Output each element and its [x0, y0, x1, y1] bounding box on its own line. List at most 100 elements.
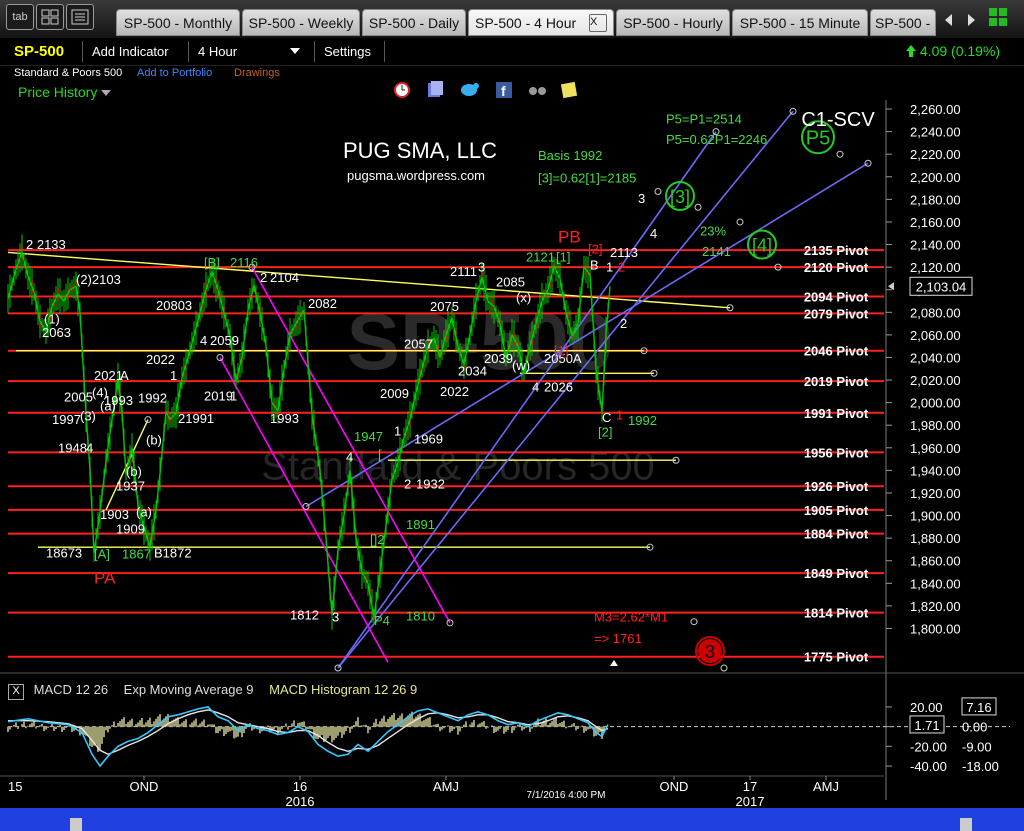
x-tick-label: AMJ: [433, 779, 459, 794]
line-endpoint-marker: [690, 618, 698, 626]
binoculars-icon[interactable]: [529, 87, 546, 95]
y-tick-label: 2,020.00: [910, 373, 961, 388]
y-tick-label: 1,860.00: [910, 554, 961, 569]
chart-subtitle: pugsma.wordpress.com: [347, 168, 485, 183]
settings-button[interactable]: Settings: [324, 38, 371, 65]
wave-annotation: [: [378, 447, 382, 462]
y-tick-label: 2,260.00: [910, 102, 961, 117]
price-history-menu[interactable]: Price History: [18, 84, 112, 100]
wave-annotation: [1]: [556, 249, 570, 264]
wave-annotation: 2005: [64, 390, 93, 405]
y-tick-label: 1,800.00: [910, 621, 961, 636]
watermark-symbol: SP-500: [347, 297, 614, 386]
tab-bar: tab SP-500 - Monthly SP-500 - Weekly SP-…: [0, 0, 1024, 38]
histogram-value-label: 7.16: [966, 700, 991, 715]
trend-line-yellow: [7, 251, 731, 309]
line-endpoint-marker: [216, 353, 224, 361]
line-endpoint-marker: [144, 416, 152, 424]
wave-annotation: 2034: [458, 364, 487, 379]
line-endpoint-marker: [720, 664, 728, 672]
wave-annotation: P4: [374, 613, 390, 628]
wave-circle-label: [3]: [670, 187, 690, 207]
wave-annotation: 1867: [122, 546, 151, 561]
macd-y-tick-label: -20.00: [910, 739, 947, 754]
tab-monthly[interactable]: SP-500 - Monthly: [116, 9, 240, 36]
close-icon[interactable]: X: [8, 684, 24, 700]
add-to-portfolio-link[interactable]: Add to Portfolio: [137, 67, 212, 79]
tab-menu-button[interactable]: tab: [6, 4, 34, 30]
line-endpoint-marker: [694, 203, 702, 211]
wave-annotation: 2059: [210, 333, 239, 348]
macd-value-box: [909, 715, 945, 734]
wave-annotation: 2: [620, 316, 627, 331]
wave-annotation: (w): [512, 358, 530, 373]
wave-annotation: [2]: [588, 242, 602, 257]
y-tick-label: 2,160.00: [910, 215, 961, 230]
wave-annotation: 3: [638, 191, 645, 206]
y-tick-label: 2,200.00: [910, 170, 961, 185]
y-tick-label: 2,140.00: [910, 238, 961, 253]
wave-annotation: [3]=0.62[1]=2185: [538, 170, 636, 185]
drawings-link[interactable]: Drawings: [234, 67, 280, 79]
wave-annotation: 1997: [52, 412, 81, 427]
wave-annotation: 2113: [610, 245, 638, 260]
line-endpoint-marker: [640, 347, 648, 355]
wave-annotation: 2141: [702, 244, 731, 259]
svg-text:f: f: [501, 83, 506, 99]
macd-y-tick-label: 0.00: [910, 720, 935, 735]
symbol-label[interactable]: SP-500: [14, 38, 64, 65]
tab-overflow[interactable]: SP-500 -: [870, 9, 936, 36]
y-tick-label: 1,940.00: [910, 463, 961, 478]
list-layout-icon[interactable]: [66, 4, 94, 30]
wave-annotation: 2022: [440, 384, 469, 399]
wave-annotation: 2: [618, 260, 625, 275]
wave-annotation: 2121: [526, 249, 555, 264]
price-chart[interactable]: SP-500Standard & Poors 5002135 Pivot2120…: [0, 0, 1024, 831]
scenario-label: C1-SCV: [801, 109, 875, 131]
tab-scroll-arrows[interactable]: [942, 12, 982, 28]
line-endpoint-marker: [726, 304, 734, 312]
close-icon[interactable]: X: [589, 14, 607, 32]
wave-annotation: [2]: [598, 425, 612, 440]
chevron-left-icon[interactable]: [945, 14, 952, 26]
wave-annotation: 2021: [94, 368, 123, 383]
legend-histogram: MACD Histogram 12 26 9: [269, 682, 418, 697]
histogram-value-box: [961, 697, 997, 716]
interval-select[interactable]: 4 Hour: [198, 38, 302, 65]
tab-4-hour[interactable]: SP-500 - 4 Hour X: [468, 9, 614, 36]
wave-annotation: 18673: [46, 545, 82, 560]
scroll-handle-left[interactable]: [70, 818, 82, 831]
histogram-y-tick-label: -18.00: [962, 759, 999, 774]
wave-circle-fill: [698, 639, 722, 664]
tab-daily[interactable]: SP-500 - Daily: [362, 9, 466, 36]
wave-annotation: (a): [100, 399, 116, 414]
wave-annotation: B1872: [154, 545, 192, 560]
chevron-right-icon[interactable]: [968, 14, 975, 26]
channel-line-blue: [337, 110, 794, 669]
tab-weekly[interactable]: SP-500 - Weekly: [242, 9, 360, 36]
wave-annotation: 2 2133: [26, 237, 66, 252]
grid-layout-icon[interactable]: [36, 4, 64, 30]
macd-y-tick-label: -40.00: [910, 759, 947, 774]
wave-annotation: (1): [44, 312, 60, 327]
wave-annotation: 1: [170, 368, 177, 383]
wave-annotation: A: [120, 368, 129, 383]
add-tab-icon[interactable]: [988, 7, 1008, 27]
tab-hourly[interactable]: SP-500 - Hourly: [616, 9, 730, 36]
x-tick-label: 2017: [736, 794, 765, 809]
add-indicator-button[interactable]: Add Indicator: [92, 38, 169, 65]
time-scrollbar[interactable]: [0, 808, 1024, 831]
wave-annotation: (b): [146, 432, 162, 447]
channel-line-blue: [337, 131, 717, 669]
y-tick-label: 2,060.00: [910, 328, 961, 343]
wave-annotation: 2063: [42, 325, 71, 340]
line-endpoint-marker: [248, 263, 256, 271]
scroll-handle-right[interactable]: [960, 818, 972, 831]
alarm-clock-icon[interactable]: [394, 82, 410, 98]
pivot-label: 1926 Pivot: [804, 479, 869, 494]
wave-annotation: (2)2103: [76, 272, 121, 287]
tab-15-minute[interactable]: SP-500 - 15 Minute: [732, 9, 868, 36]
cursor-date-label: 7/1/2016 4:00 PM: [527, 790, 606, 801]
wave-circle: [747, 229, 777, 260]
sub-bar: Standard & Poors 500 Add to Portfolio Dr…: [0, 65, 1024, 85]
